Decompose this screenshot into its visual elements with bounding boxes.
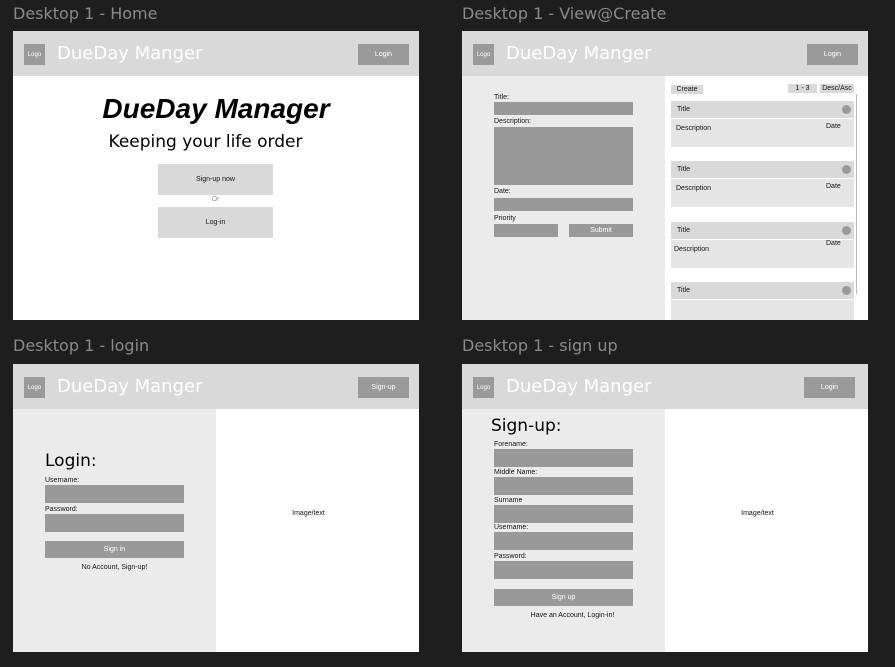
title-label: Title:: [494, 94, 509, 101]
submit-button[interactable]: Submit: [569, 224, 633, 237]
priority-dot-icon: [842, 165, 851, 174]
username-input[interactable]: [494, 532, 633, 550]
login-link[interactable]: Have an Account, Login-in!: [494, 612, 651, 619]
logo[interactable]: Logo: [473, 44, 494, 65]
priority-dot-icon: [842, 226, 851, 235]
header-login-button[interactable]: Login: [358, 44, 409, 65]
surname-input[interactable]: [494, 505, 633, 523]
date-label: Date:: [494, 188, 511, 195]
task-card-description: Description: [676, 185, 712, 192]
task-card-title: Title: [677, 227, 690, 234]
header-bar: Logo DueDay Manger Login: [13, 31, 419, 76]
login-frame: Logo DueDay Manger Sign-up Login: Userna…: [13, 364, 419, 652]
task-card-description: Description: [674, 246, 710, 253]
signup-heading: Sign-up:: [491, 416, 562, 436]
middle-name-input[interactable]: [494, 477, 633, 495]
description-label: Description:: [494, 118, 531, 125]
description-input[interactable]: [494, 127, 633, 185]
page-range[interactable]: 1 - 3: [788, 84, 817, 93]
priority-dot-icon: [842, 286, 851, 295]
priority-input[interactable]: [494, 224, 558, 237]
password-label: Password:: [45, 506, 78, 513]
surname-label: Surname: [494, 497, 523, 504]
task-card[interactable]: Title Description Date: [671, 222, 854, 268]
hero-title: DueDay Manager: [102, 93, 330, 124]
hero-subtitle: Keeping your life order: [108, 132, 303, 152]
header-signup-button[interactable]: Sign-up: [358, 377, 409, 398]
frame-label-home: Desktop 1 - Home: [13, 4, 158, 23]
priority-label: Priority: [494, 215, 516, 222]
username-label: Username:: [494, 524, 529, 531]
header-login-button[interactable]: Login: [804, 377, 855, 398]
header-bar: Logo DueDay Manger Login: [462, 364, 868, 409]
task-card[interactable]: Title Description Date: [671, 161, 854, 207]
task-card-title: Title: [677, 287, 690, 294]
signup-button[interactable]: Sign up: [494, 589, 633, 606]
create-button[interactable]: Create: [671, 85, 703, 94]
image-placeholder-text: Image/text: [292, 510, 325, 517]
frame-label-signup: Desktop 1 - sign up: [462, 336, 618, 355]
frame-label-login: Desktop 1 - login: [13, 336, 150, 355]
app-brand: DueDay Manger: [57, 43, 203, 64]
username-label: Username:: [45, 477, 80, 484]
forename-label: Forename:: [494, 441, 528, 448]
image-panel: Image/text: [216, 409, 419, 652]
app-brand: DueDay Manger: [57, 376, 203, 397]
signup-link[interactable]: No Account, Sign-up!: [45, 564, 184, 571]
header-bar: Logo DueDay Manger Login: [462, 31, 868, 76]
task-card[interactable]: Title Description Date: [671, 101, 854, 147]
signin-button[interactable]: Sign in: [45, 541, 184, 558]
home-frame: Logo DueDay Manger Login DueDay Manager …: [13, 31, 419, 320]
task-list-panel: Create 1 - 3 Desc/Asc Title Description D…: [665, 76, 868, 320]
logo[interactable]: Logo: [473, 377, 494, 398]
task-card-title: Title: [677, 166, 690, 173]
login-form-panel: Login: Username: Password: Sign in No Ac…: [13, 409, 216, 652]
login-button[interactable]: Log-in: [158, 207, 273, 238]
login-heading: Login:: [45, 451, 97, 471]
or-divider: Or: [211, 196, 220, 203]
header-bar: Logo DueDay Manger Sign-up: [13, 364, 419, 409]
logo[interactable]: Logo: [24, 377, 45, 398]
image-placeholder-text: Image/text: [741, 510, 774, 517]
task-card-title: Title: [677, 106, 690, 113]
task-card-date: Date: [826, 240, 841, 247]
password-label: Password:: [494, 553, 527, 560]
create-form-panel: Title: Description: Date: Priority Submi…: [462, 76, 665, 320]
username-input[interactable]: [45, 485, 184, 503]
frame-label-view-create: Desktop 1 - View@Create: [462, 4, 667, 23]
task-card[interactable]: Title: [671, 282, 854, 320]
password-input[interactable]: [45, 514, 184, 532]
view-create-frame: Logo DueDay Manger Login Title: Descript…: [462, 31, 868, 320]
task-card-date: Date: [826, 123, 841, 130]
app-brand: DueDay Manger: [506, 376, 652, 397]
task-card-description: Description: [676, 125, 712, 132]
signup-form-panel: Sign-up: Forename: Middle Name: Surname …: [462, 409, 665, 652]
app-brand: DueDay Manger: [506, 43, 652, 64]
middle-name-label: Middle Name:: [494, 469, 538, 476]
sort-toggle[interactable]: Desc/Asc: [820, 84, 854, 93]
list-scrollbar[interactable]: [856, 94, 857, 294]
image-panel: Image/text: [665, 409, 868, 652]
logo[interactable]: Logo: [24, 44, 45, 65]
priority-dot-icon: [842, 105, 851, 114]
header-login-button[interactable]: Login: [807, 44, 858, 65]
signup-now-button[interactable]: Sign-up now: [158, 164, 273, 195]
forename-input[interactable]: [494, 449, 633, 467]
date-input[interactable]: [494, 198, 633, 211]
title-input[interactable]: [494, 102, 633, 115]
task-card-date: Date: [826, 183, 841, 190]
password-input[interactable]: [494, 561, 633, 579]
signup-frame: Logo DueDay Manger Login Sign-up: Forena…: [462, 364, 868, 652]
